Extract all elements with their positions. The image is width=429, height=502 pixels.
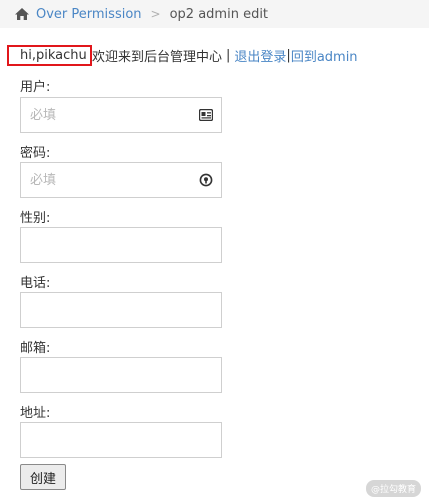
phone-label: 电话: <box>20 276 51 291</box>
username-input[interactable] <box>28 106 202 124</box>
address-label: 地址: <box>20 406 51 421</box>
address-field[interactable] <box>20 422 222 458</box>
gender-input[interactable] <box>28 236 202 254</box>
gender-field[interactable] <box>20 227 222 263</box>
home-icon[interactable] <box>14 7 30 21</box>
breadcrumb-separator: > <box>150 7 161 21</box>
email-field[interactable] <box>20 357 222 393</box>
username-field[interactable] <box>20 97 222 133</box>
breadcrumb: Over Permission > op2 admin edit <box>0 0 429 28</box>
create-button[interactable]: 创建 <box>20 464 66 490</box>
lock-icon <box>199 173 213 187</box>
gender-label: 性别: <box>20 211 51 226</box>
password-label: 密码: <box>20 146 51 161</box>
email-label: 邮箱: <box>20 341 51 356</box>
back-to-admin-link[interactable]: 回到admin <box>291 46 358 65</box>
welcome-bar: hi,pikachu 欢迎来到后台管理中心 | 退出登录 | 回到admin <box>7 41 358 69</box>
password-field[interactable] <box>20 162 222 198</box>
address-input[interactable] <box>28 431 202 449</box>
watermark: @拉勾教育 <box>365 480 421 497</box>
logout-link[interactable]: 退出登录 <box>234 46 286 65</box>
id-card-icon <box>199 108 213 122</box>
phone-input[interactable] <box>28 301 202 319</box>
username-label: 用户: <box>20 80 51 95</box>
phone-field[interactable] <box>20 292 222 328</box>
welcome-user: hi,pikachu <box>20 47 87 63</box>
divider: | <box>226 47 231 63</box>
username-highlight: hi,pikachu <box>7 44 92 66</box>
breadcrumb-link-over-permission[interactable]: Over Permission <box>36 7 142 22</box>
welcome-message: 欢迎来到后台管理中心 <box>92 49 223 65</box>
breadcrumb-current: op2 admin edit <box>169 6 269 22</box>
password-input[interactable] <box>28 171 202 189</box>
email-input[interactable] <box>28 366 202 384</box>
